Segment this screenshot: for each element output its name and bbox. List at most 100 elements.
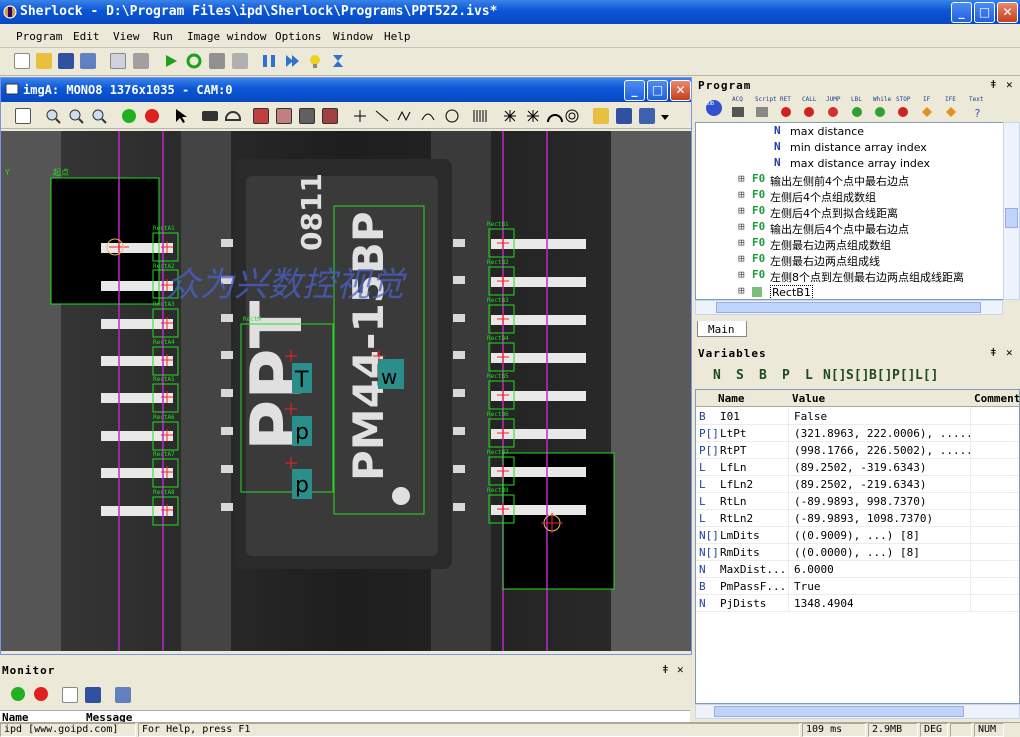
variables-close-icon[interactable]: ✕ (1006, 346, 1013, 359)
call-label[interactable]: CALL (802, 96, 816, 103)
zoom-out-icon[interactable] (45, 108, 61, 124)
image-maximize-button[interactable]: □ (647, 80, 668, 101)
load-image-icon[interactable] (593, 108, 609, 124)
roi-shape-tools-icon[interactable] (352, 108, 592, 124)
menu-view[interactable]: View (113, 30, 140, 43)
green-dot-icon[interactable] (121, 108, 137, 124)
new-icon[interactable] (14, 53, 30, 69)
tree-hscrollbar[interactable] (695, 300, 1003, 315)
type-p-array-button[interactable]: P[] (892, 368, 915, 383)
save-image-as-icon[interactable] (639, 108, 655, 124)
expand-icon[interactable]: ⊞ (738, 188, 745, 201)
run-icon[interactable] (163, 53, 179, 69)
roi-poly-icon[interactable] (322, 108, 338, 124)
copy-icon[interactable] (110, 53, 126, 69)
camera-image[interactable]: PPT PM44-15BP 0811 起点 RectM Y RectA1 Rec… (1, 131, 691, 651)
expand-icon[interactable]: ⊞ (738, 284, 745, 297)
zoom-in-icon[interactable] (68, 108, 84, 124)
script-label[interactable]: Script (755, 96, 777, 103)
text-label[interactable]: Text (969, 96, 983, 103)
save-all-icon[interactable] (80, 53, 96, 69)
open-icon[interactable] (36, 53, 52, 69)
lightbulb-icon[interactable] (307, 53, 323, 69)
variable-row[interactable]: L RtLn2 (-89.9893, 1098.7370) (696, 510, 1019, 527)
arc-tool-icon[interactable] (225, 111, 241, 121)
minimize-button[interactable]: _ (951, 2, 972, 23)
menu-options[interactable]: Options (275, 30, 321, 43)
monitor-pin-icon[interactable]: ǂ (662, 663, 669, 676)
program-pin-icon[interactable]: ǂ (990, 78, 997, 91)
monitor-options-icon[interactable] (115, 687, 131, 703)
variable-row[interactable]: N[] LmDits ((0.9009), ...) [8] (696, 527, 1019, 544)
ife-label[interactable]: IFE (945, 96, 956, 103)
type-l-array-button[interactable]: L[] (915, 368, 938, 383)
save-icon[interactable] (58, 53, 74, 69)
tree-vscroll-thumb[interactable] (1005, 208, 1018, 228)
type-p-button[interactable]: P (782, 368, 790, 383)
variable-row[interactable]: P[] LtPt (321.8963, 222.0006), ..... (696, 425, 1019, 442)
expand-icon[interactable]: ⊞ (738, 252, 745, 265)
monitor-close-icon[interactable]: ✕ (677, 663, 684, 676)
monitor-clear-icon[interactable] (62, 687, 78, 703)
menu-program[interactable]: Program (16, 30, 62, 43)
monitor-red-icon[interactable] (33, 686, 49, 702)
variables-hscrollbar[interactable] (695, 704, 1020, 719)
run-continuous-icon[interactable] (186, 53, 202, 69)
variables-hscroll-thumb[interactable] (714, 706, 964, 717)
variable-row[interactable]: P[] RtPT (998.1766, 226.5002), ..... (696, 442, 1019, 459)
type-s-array-button[interactable]: S[] (846, 368, 869, 383)
variable-row[interactable]: N MaxDist... 6.0000 (696, 561, 1019, 578)
tree-vscrollbar[interactable] (1003, 122, 1020, 300)
type-b-array-button[interactable]: B[] (869, 368, 892, 383)
tab-main[interactable]: Main (697, 321, 747, 337)
type-b-button[interactable]: B (759, 368, 767, 383)
timer-icon[interactable] (330, 53, 346, 69)
ret-label[interactable]: RET (780, 96, 791, 103)
chevron-down-icon[interactable] (661, 115, 669, 120)
acq-label[interactable]: ACQ (732, 96, 743, 103)
paste-icon[interactable] (133, 53, 149, 69)
tree-hscroll-thumb[interactable] (716, 302, 981, 313)
type-n-array-button[interactable]: N[] (823, 368, 846, 383)
stop-icon[interactable] (209, 53, 225, 69)
jump-label[interactable]: JUMP (826, 96, 840, 103)
step-icon[interactable] (232, 53, 248, 69)
stop-label[interactable]: STOP (896, 96, 910, 103)
expand-icon[interactable]: ⊞ (738, 220, 745, 233)
menu-edit[interactable]: Edit (73, 30, 100, 43)
while-label[interactable]: While (873, 96, 891, 103)
menu-window[interactable]: Window (333, 30, 373, 43)
rectangle-tool-icon[interactable] (202, 111, 218, 121)
roi-annulus-icon[interactable] (299, 108, 315, 124)
pointer-icon[interactable] (173, 108, 189, 124)
checklist-icon[interactable] (15, 108, 31, 124)
expand-icon[interactable]: ⊞ (738, 204, 745, 217)
variable-row[interactable]: N[] RmDits ((0.0000), ...) [8] (696, 544, 1019, 561)
maximize-button[interactable]: □ (974, 2, 995, 23)
type-l-button[interactable]: L (805, 368, 813, 383)
save-image-icon[interactable] (616, 108, 632, 124)
step-over-icon[interactable] (284, 53, 300, 69)
menu-run[interactable]: Run (153, 30, 173, 43)
variables-pin-icon[interactable]: ǂ (990, 346, 997, 359)
expand-icon[interactable]: ⊞ (738, 236, 745, 249)
variable-row[interactable]: L RtLn (-89.9893, 998.7370) (696, 493, 1019, 510)
type-s-button[interactable]: S (736, 368, 744, 383)
menu-help[interactable]: Help (384, 30, 411, 43)
pause-icon[interactable] (261, 53, 277, 69)
variable-row[interactable]: N PjDists 1348.4904 (696, 595, 1019, 612)
image-close-button[interactable]: ✕ (670, 80, 691, 101)
col-name[interactable]: Name (718, 392, 745, 405)
roi-rect-icon[interactable] (253, 108, 269, 124)
menu-image-window[interactable]: Image window (187, 30, 266, 43)
variable-row[interactable]: L LfLn2 (89.2502, -219.6343) (696, 476, 1019, 493)
lbl-label[interactable]: LBL (851, 96, 862, 103)
program-close-icon[interactable]: ✕ (1006, 78, 1013, 91)
variable-row[interactable]: B I01 False (696, 408, 1019, 425)
expand-icon[interactable]: ⊞ (738, 172, 745, 185)
col-value[interactable]: Value (792, 392, 825, 405)
image-minimize-button[interactable]: _ (624, 80, 645, 101)
monitor-green-icon[interactable] (10, 686, 26, 702)
close-button[interactable]: ✕ (997, 2, 1018, 23)
red-dot-icon[interactable] (144, 108, 160, 124)
